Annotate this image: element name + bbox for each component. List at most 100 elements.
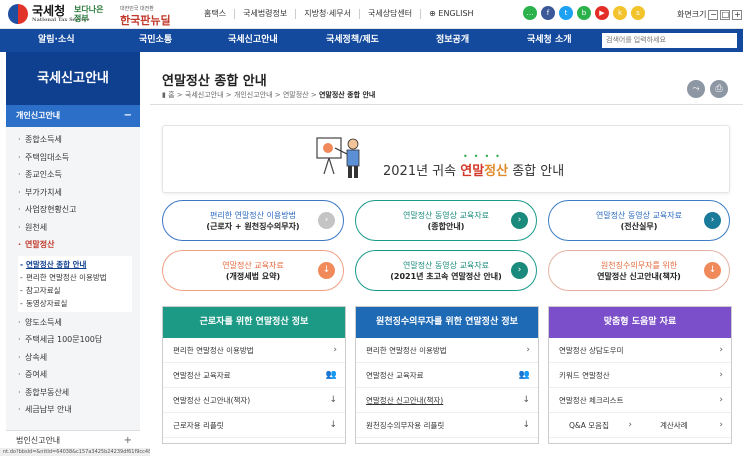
card-row[interactable]: 키워드 연말정산 › bbox=[549, 363, 731, 388]
pill-howto[interactable]: 편리한 연말정산 이용방법 (근로자 + 원천징수의무자) › bbox=[162, 200, 344, 241]
sidebar-item-religious-income[interactable]: 종교인소득 bbox=[18, 166, 140, 184]
pill-video-overview[interactable]: 연말정산 동영상 교육자료 (종합안내) › bbox=[355, 200, 537, 241]
collapse-icon[interactable]: − bbox=[124, 105, 132, 127]
breadcrumb-tax-filing[interactable]: 국세신고안내 bbox=[185, 91, 224, 99]
pill-video-fast[interactable]: 연말정산 동영상 교육자료 (2021년 초고속 연말정산 안내) › bbox=[355, 250, 537, 291]
print-icon[interactable]: ⎙ bbox=[710, 80, 728, 98]
sidebar-item-business-report[interactable]: 사업장현황신고 bbox=[18, 201, 140, 219]
pill-filing-booklet[interactable]: 원천징수의무자를 위한 연말정산 신고안내(책자) ↓ bbox=[548, 250, 730, 291]
subnav-howto[interactable]: 편리한 연말정산 이용방법 bbox=[20, 271, 132, 284]
blog-icon[interactable]: b bbox=[577, 6, 591, 20]
hero-banner: •••• 2021년 귀속 연말정산 종합 안내 bbox=[162, 125, 730, 193]
chevron-right-icon: › bbox=[719, 395, 723, 405]
zoom-out-button[interactable]: − bbox=[708, 9, 719, 20]
card-row[interactable]: 연말정산 신고안내(책자) ↓ bbox=[356, 388, 538, 413]
qa-collection-link[interactable]: Q&A 모음집 › bbox=[549, 413, 640, 437]
logo-name: 국세청 bbox=[32, 3, 66, 18]
chevron-right-icon: › bbox=[526, 345, 530, 355]
sidebar-list-2: 양도소득세 주택세금 100문100답 상속세 증여세 종합부동산세 세금납부 … bbox=[6, 314, 140, 419]
card-withholder: 원천징수의무자를 위한 연말정산 정보 편리한 연말정산 이용방법 › 연말정산 … bbox=[355, 306, 539, 444]
facebook-icon[interactable]: f bbox=[541, 6, 555, 20]
sidebar-item-vat[interactable]: 부가가치세 bbox=[18, 184, 140, 202]
download-icon: ↓ bbox=[329, 420, 337, 430]
breadcrumb-home[interactable]: 홈 bbox=[168, 91, 174, 99]
sns-links: … f t b ▶ k s bbox=[523, 6, 645, 20]
breadcrumb: ▮ 홈 > 국세신고안내 > 개인신고안내 > 연말정산 > 연말정산 종합 안… bbox=[162, 91, 376, 99]
link-tax-law[interactable]: 국세법령정보 bbox=[234, 9, 295, 19]
zoom-label: 화면크기 bbox=[677, 10, 707, 19]
search-input[interactable] bbox=[602, 33, 737, 48]
nav-tax-filing[interactable]: 국세신고안내 bbox=[228, 29, 278, 52]
nav-news[interactable]: 알림·소식 bbox=[38, 29, 75, 52]
sidebar-section-corporate[interactable]: 법인신고안내 + bbox=[6, 430, 140, 450]
top-links: 홈택스 국세법령정보 지방청·세무서 국세상담센터 ⊕ ENGLISH bbox=[196, 9, 482, 19]
nav-tax-policy[interactable]: 국세정책/제도 bbox=[326, 29, 379, 52]
card-row[interactable]: 연말정산 교육자료 👥 bbox=[163, 363, 345, 388]
page-title: 연말정산 종합 안내 bbox=[162, 74, 267, 89]
card-row[interactable]: 연말정산 신고안내(책자) ↓ bbox=[163, 388, 345, 413]
download-icon: ↓ bbox=[522, 395, 530, 405]
zoom-reset-button[interactable]: □ bbox=[720, 9, 731, 20]
breadcrumb-current: 연말정산 종합 안내 bbox=[318, 91, 376, 99]
sidebar-list: 종합소득세 주택임대소득 종교인소득 부가가치세 사업장현황신고 원천세 연말정… bbox=[6, 131, 140, 254]
sidebar-item-inheritance-tax[interactable]: 상속세 bbox=[18, 349, 140, 367]
page-tools: ⤳ ⎙ bbox=[687, 80, 728, 98]
nav-disclosure[interactable]: 정보공개 bbox=[436, 29, 469, 52]
youtube-icon[interactable]: ▶ bbox=[595, 6, 609, 20]
home-icon[interactable]: ▮ bbox=[162, 91, 166, 99]
card-row[interactable]: 근로자용 리플릿 ↓ bbox=[163, 413, 345, 438]
sidebar-section-personal[interactable]: 개인신고안내 − bbox=[6, 105, 140, 127]
emblem-icon bbox=[8, 4, 28, 24]
nav-about[interactable]: 국세청 소개 bbox=[527, 29, 572, 52]
sidebar-item-housing-faq[interactable]: 주택세금 100문100답 bbox=[18, 331, 140, 349]
link-english[interactable]: ⊕ ENGLISH bbox=[420, 9, 481, 19]
kakaostory-icon[interactable]: s bbox=[631, 6, 645, 20]
sidebar-item-rental-income[interactable]: 주택임대소득 bbox=[18, 149, 140, 167]
twitter-icon[interactable]: t bbox=[559, 6, 573, 20]
pill-video-practice[interactable]: 연말정산 동영상 교육자료 (전산실무) › bbox=[548, 200, 730, 241]
download-icon: ↓ bbox=[522, 420, 530, 430]
sidebar-item-income-tax[interactable]: 종합소득세 bbox=[18, 131, 140, 149]
sidebar-item-transfer-tax[interactable]: 양도소득세 bbox=[18, 314, 140, 332]
card-row[interactable]: 연말정산 상담도우미 › bbox=[549, 338, 731, 363]
subnav-references[interactable]: 참고자료실 bbox=[20, 284, 132, 297]
subnav-overview[interactable]: 연말정산 종합 안내 bbox=[20, 258, 132, 271]
card-employee: 근로자를 위한 연말정산 정보 편리한 연말정산 이용방법 › 연말정산 교육자료… bbox=[162, 306, 346, 444]
sidebar-item-year-end[interactable]: 연말정산 bbox=[18, 236, 140, 254]
chevron-right-icon: › bbox=[333, 345, 337, 355]
sidebar-item-property-tax[interactable]: 종합부동산세 bbox=[18, 384, 140, 402]
link-hometax[interactable]: 홈택스 bbox=[196, 9, 234, 19]
sidebar-item-withholding[interactable]: 원천세 bbox=[18, 219, 140, 237]
card-withholder-title: 원천징수의무자를 위한 연말정산 정보 bbox=[356, 307, 538, 338]
calc-examples-link[interactable]: 계산사례 › bbox=[640, 413, 731, 437]
top-bar: 국세청 National Tax Service 보다나은 정부 대한민국 대전환 한… bbox=[0, 0, 743, 29]
better-government-logo[interactable]: 보다나은 정부 bbox=[74, 5, 103, 23]
link-local-office[interactable]: 지방청·세무서 bbox=[295, 9, 359, 19]
card-row[interactable]: 원천징수의무자용 리플릿 ↓ bbox=[356, 413, 538, 438]
talk-icon[interactable]: … bbox=[523, 6, 537, 20]
card-row[interactable]: 편리한 연말정산 이용방법 › bbox=[356, 338, 538, 363]
nav-communication[interactable]: 국민소통 bbox=[139, 29, 172, 52]
breadcrumb-personal[interactable]: 개인신고안내 bbox=[234, 91, 273, 99]
browser-status-bar: nt.do?bbsId=&nttId=64038&c157a3425b24239… bbox=[0, 448, 150, 456]
chevron-right-icon: › bbox=[719, 370, 723, 380]
card-row[interactable]: 편리한 연말정산 이용방법 › bbox=[163, 338, 345, 363]
link-counsel-center[interactable]: 국세상담센터 bbox=[358, 9, 420, 19]
kakao-icon[interactable]: k bbox=[613, 6, 627, 20]
pill-edu-material[interactable]: 연말정산 교육자료 (개정세법 요약) ↓ bbox=[162, 250, 344, 291]
sidebar-subnav: 연말정산 종합 안내 편리한 연말정산 이용방법 참고자료실 동영상자료실 bbox=[18, 255, 132, 312]
people-icon: 👥 bbox=[518, 370, 530, 380]
card-row-split: Q&A 모음집 › 계산사례 › bbox=[549, 413, 731, 438]
card-row[interactable]: 연말정산 체크리스트 › bbox=[549, 388, 731, 413]
sidebar-item-tax-payment[interactable]: 세금납부 안내 bbox=[18, 401, 140, 419]
korean-new-deal-logo[interactable]: 대한민국 대전환 한국판뉴딜 bbox=[120, 5, 171, 28]
chevron-right-icon: › bbox=[628, 420, 632, 430]
card-row[interactable]: 연말정산 교육자료 👥 bbox=[356, 363, 538, 388]
subnav-videos[interactable]: 동영상자료실 bbox=[20, 297, 132, 310]
download-icon: ↓ bbox=[318, 262, 335, 279]
breadcrumb-year-end[interactable]: 연말정산 bbox=[283, 91, 309, 99]
people-icon: 👥 bbox=[325, 370, 337, 380]
zoom-in-button[interactable]: + bbox=[732, 9, 743, 20]
share-icon[interactable]: ⤳ bbox=[687, 80, 705, 98]
sidebar-item-gift-tax[interactable]: 증여세 bbox=[18, 366, 140, 384]
